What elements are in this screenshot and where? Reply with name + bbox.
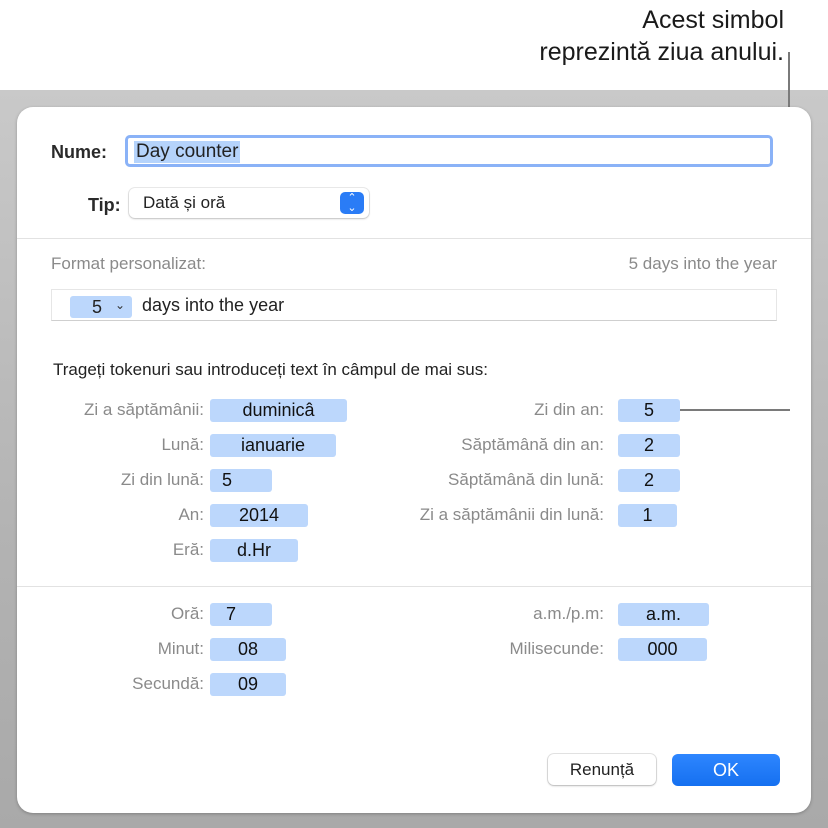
token-day-of-week[interactable]: duminicâ <box>210 399 347 422</box>
format-preview: 5 days into the year <box>628 254 777 273</box>
callout-text-line-1: Acest simbol <box>642 6 784 34</box>
token-label: Lună: <box>161 435 204 454</box>
token-am-pm[interactable]: a.m. <box>618 603 709 626</box>
token-label: Zi a săptămânii din lună: <box>419 505 604 524</box>
callout-leader-line-horizontal <box>680 409 790 411</box>
day-of-year-token-inline[interactable]: 5 ⌄ <box>70 296 132 318</box>
token-label: Secundă: <box>132 674 204 693</box>
format-field[interactable]: 5 ⌄ days into the year <box>51 289 777 321</box>
token-hour[interactable]: 7 <box>210 603 272 626</box>
divider <box>17 586 811 587</box>
callout-text-line-2: reprezintă ziua anului. <box>539 38 784 66</box>
token-label: Oră: <box>170 604 204 623</box>
token-label: Eră: <box>172 540 204 559</box>
token-label: Săptămână din an: <box>461 435 604 454</box>
token-day-of-month[interactable]: 5 <box>210 469 272 492</box>
token-day-of-year[interactable]: 5 <box>618 399 680 422</box>
token-label: Zi din lună: <box>120 470 204 489</box>
format-label: Format personalizat: <box>51 254 206 273</box>
token-label: Săptămână din lună: <box>448 470 604 489</box>
up-down-chevron-icon: ⌃ ⌄ <box>340 192 364 214</box>
token-minute[interactable]: 08 <box>210 638 286 661</box>
cancel-button[interactable]: Renunță <box>548 754 656 785</box>
ok-button[interactable]: OK <box>672 754 780 786</box>
token-weekday-of-month[interactable]: 1 <box>618 504 677 527</box>
token-week-of-year[interactable]: 2 <box>618 434 680 457</box>
token-label: Minut: <box>157 639 204 658</box>
instructions: Trageți tokenuri sau introduceți text în… <box>53 360 488 379</box>
name-input-value: Day counter <box>134 141 241 163</box>
token-label: Zi din an: <box>534 400 604 419</box>
token-label: An: <box>178 505 204 524</box>
divider <box>17 238 811 239</box>
token-label: a.m./p.m: <box>533 604 604 623</box>
token-week-of-month[interactable]: 2 <box>618 469 680 492</box>
format-text: days into the year <box>142 295 285 315</box>
name-label: Nume: <box>51 142 108 162</box>
token-milliseconds[interactable]: 000 <box>618 638 707 661</box>
token-label: Milisecunde: <box>509 639 605 658</box>
token-second[interactable]: 09 <box>210 673 286 696</box>
chevron-down-icon[interactable]: ⌄ <box>115 298 125 312</box>
token-year[interactable]: 2014 <box>210 504 308 527</box>
token-label: Zi a săptămânii: <box>84 400 204 419</box>
token-month[interactable]: ianuarie <box>210 434 336 457</box>
custom-format-dialog: Nume: Day counter Tip: Dată și oră ⌃ ⌄ Fo… <box>17 107 811 813</box>
type-label: Tip: <box>88 195 121 215</box>
name-input[interactable]: Day counter <box>125 135 773 167</box>
token-value: 5 <box>92 297 103 317</box>
token-era[interactable]: d.Hr <box>210 539 298 562</box>
type-select[interactable]: Dată și oră ⌃ ⌄ <box>129 188 369 218</box>
type-select-value: Dată și oră <box>143 193 226 212</box>
